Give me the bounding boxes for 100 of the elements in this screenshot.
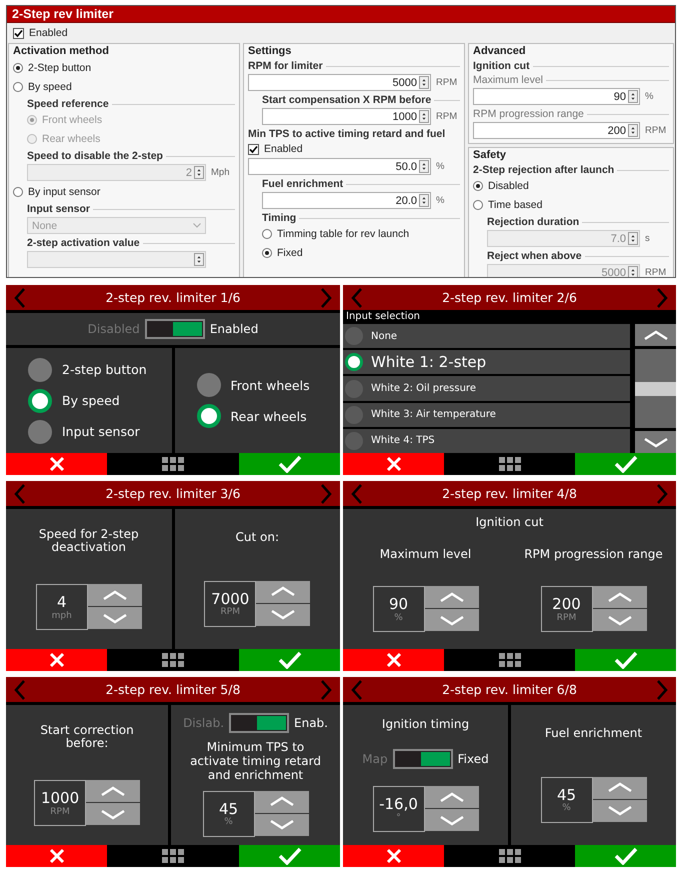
confirm-button[interactable] [239, 845, 340, 867]
screen-title: 2-step rev. limiter 2/6 [442, 290, 577, 305]
radio-label: 2-Step button [28, 62, 92, 74]
increase-button[interactable] [256, 580, 310, 603]
checkbox[interactable] [13, 28, 24, 38]
radio-button[interactable] [28, 358, 52, 382]
cancel-button[interactable] [343, 649, 444, 671]
setting-label: Start correction before: [39, 724, 135, 752]
spin-button[interactable] [628, 90, 638, 103]
decrease-button[interactable] [88, 607, 142, 630]
number-field[interactable]: 20.0 [262, 192, 431, 209]
unit-label: RPM [645, 267, 668, 277]
value-text: 45 [218, 800, 238, 818]
decrease-button[interactable] [254, 814, 309, 836]
increase-button[interactable] [86, 780, 140, 802]
radio-button[interactable] [13, 63, 23, 73]
group-title: Timing [262, 212, 296, 224]
number-field[interactable]: 50.0 [248, 158, 431, 175]
chevron-left-icon [351, 680, 363, 700]
list-option[interactable]: White 3: Air temperature [343, 402, 630, 427]
radio-button[interactable] [196, 373, 220, 397]
group-title: Ignition cut [473, 60, 530, 72]
radio-label: By input sensor [28, 186, 100, 198]
toggle-off-label: Disabled [88, 322, 140, 336]
radio-button[interactable] [13, 187, 23, 197]
spin-button[interactable] [419, 76, 429, 89]
radio-label: Rear wheels [42, 133, 100, 145]
increase-button[interactable] [88, 584, 142, 606]
scrollbar-thumb[interactable] [635, 382, 676, 396]
close-icon [386, 848, 402, 864]
decrease-button[interactable] [592, 800, 646, 822]
number-field[interactable]: 5000 [248, 74, 431, 91]
grid-icon [498, 849, 520, 863]
radio-button[interactable] [262, 229, 272, 239]
group-title: 2-Step rejection after launch [473, 164, 614, 176]
increase-button[interactable] [424, 586, 478, 608]
setting-label: Cut on: [236, 531, 279, 545]
increase-button[interactable] [592, 776, 646, 799]
increase-button[interactable] [424, 786, 478, 808]
confirm-button[interactable] [575, 649, 676, 671]
radio-button[interactable] [28, 388, 52, 412]
grid-icon [162, 457, 184, 471]
chevron-left-icon [351, 484, 363, 504]
cancel-button[interactable] [343, 845, 444, 867]
close-icon [48, 652, 64, 668]
radio-button[interactable] [262, 248, 272, 258]
radio-button[interactable] [13, 82, 23, 92]
increase-button[interactable] [592, 586, 646, 608]
number-field[interactable]: 200 [473, 122, 640, 139]
toggle-switch[interactable] [144, 319, 205, 339]
chevron-up-icon [438, 590, 466, 605]
number-field[interactable]: 1000 [262, 108, 431, 125]
setting-label: Fuel enrichment [544, 727, 642, 741]
grid-icon [498, 653, 520, 667]
decrease-button[interactable] [256, 604, 310, 626]
list-option[interactable]: White 4: TPS [343, 428, 630, 454]
list-option[interactable]: White 1: 2-step [343, 350, 630, 374]
section-heading: Ignition cut [343, 509, 676, 531]
toggle-switch[interactable] [392, 748, 453, 769]
radio-button[interactable] [473, 181, 483, 191]
toggle-switch[interactable] [229, 713, 290, 734]
spin-button[interactable] [419, 110, 429, 123]
confirm-button[interactable] [239, 649, 340, 671]
check-icon [614, 651, 638, 669]
unit-label: RPM [220, 607, 240, 618]
group-title: Speed to disable the 2-step [27, 150, 163, 162]
confirm-button[interactable] [575, 453, 676, 475]
unit-label: mph [52, 610, 72, 621]
cancel-button[interactable] [6, 453, 107, 475]
toggle-off-label: Map [362, 752, 388, 766]
spin-button[interactable] [628, 124, 638, 137]
confirm-button[interactable] [575, 845, 676, 867]
radio-button[interactable] [196, 404, 220, 428]
unit-label: RPM [436, 77, 458, 88]
spin-button[interactable] [419, 160, 429, 173]
checkbox-label: Enabled [264, 143, 303, 155]
radio-button[interactable] [28, 420, 52, 444]
list-option[interactable]: White 2: Oil pressure [343, 376, 630, 401]
number-field[interactable]: 90 [473, 88, 640, 105]
checkbox[interactable] [248, 144, 259, 154]
confirm-button[interactable] [239, 453, 340, 475]
decrease-button[interactable] [424, 609, 478, 632]
radio-label: Rear wheels [230, 408, 307, 424]
chevron-left-icon [14, 288, 26, 308]
increase-button[interactable] [254, 790, 309, 813]
radio-button[interactable] [473, 200, 483, 210]
spin-button[interactable] [419, 194, 429, 207]
list-option[interactable]: None [343, 324, 630, 348]
cancel-button[interactable] [6, 845, 107, 867]
decrease-button[interactable] [86, 803, 140, 826]
chevron-right-icon [656, 288, 668, 308]
close-icon [386, 652, 402, 668]
decrease-button[interactable] [592, 609, 646, 632]
scroll-up-button[interactable] [635, 324, 676, 346]
radio-label: Timming table for rev launch [277, 228, 410, 240]
decrease-button[interactable] [424, 809, 478, 832]
cancel-button[interactable] [6, 649, 107, 671]
value-text: -16,0 [379, 796, 418, 813]
scroll-down-button[interactable] [635, 431, 676, 453]
cancel-button[interactable] [343, 453, 444, 475]
